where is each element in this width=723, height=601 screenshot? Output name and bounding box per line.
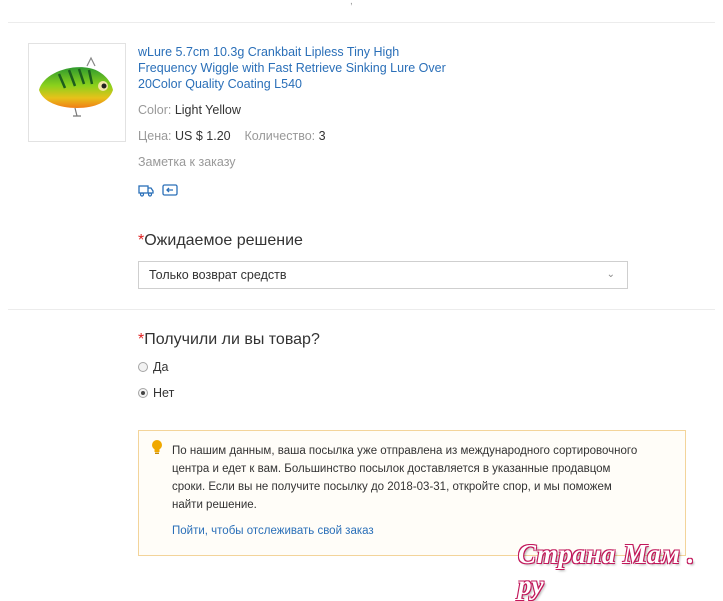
divider-top xyxy=(8,22,715,23)
site-watermark: Страна Мам . ру xyxy=(518,539,695,600)
chevron-down-icon: ⌄ xyxy=(606,269,615,280)
product-color: Color: Light Yellow xyxy=(138,103,241,117)
order-note: Заметка к заказу xyxy=(138,155,236,169)
lightbulb-icon xyxy=(151,439,163,460)
qty-value: 3 xyxy=(318,129,326,143)
qty-label: Количество: xyxy=(244,129,316,143)
fishing-lure-image xyxy=(39,56,113,117)
price-label: Цена: xyxy=(138,129,172,143)
resolution-select[interactable]: Только возврат средств ⌄ xyxy=(138,261,628,289)
radio-option-no[interactable]: Нет xyxy=(138,386,174,400)
product-title-link[interactable]: wLure 5.7cm 10.3g Crankbait Lipless Tiny… xyxy=(138,44,458,92)
divider-middle xyxy=(8,309,715,310)
product-action-icons xyxy=(138,183,178,197)
resolution-label: *Ожидаемое решение xyxy=(138,232,303,250)
top-edge-mark: , xyxy=(350,0,353,7)
resolution-label-text: Ожидаемое решение xyxy=(144,232,303,249)
received-label: *Получили ли вы товар? xyxy=(138,331,320,349)
return-icon[interactable] xyxy=(162,183,178,197)
radio-label-no: Нет xyxy=(153,386,175,400)
notice-text: По нашим данным, ваша посылка уже отправ… xyxy=(172,445,638,511)
color-label: Color: xyxy=(138,103,172,117)
track-order-link[interactable]: Пойти, чтобы отслеживать свой заказ xyxy=(172,525,374,537)
product-thumbnail[interactable] xyxy=(28,43,126,142)
shipping-truck-icon[interactable] xyxy=(138,183,154,197)
price-value: US $ 1.20 xyxy=(175,129,231,143)
color-value: Light Yellow xyxy=(174,103,241,117)
radio-label-yes: Да xyxy=(153,360,169,374)
product-price-qty: Цена: US $ 1.20 Количество: 3 xyxy=(138,129,326,143)
delivery-notice: По нашим данным, ваша посылка уже отправ… xyxy=(138,430,686,556)
radio-button-no[interactable] xyxy=(138,388,148,398)
radio-option-yes[interactable]: Да xyxy=(138,360,168,374)
radio-button-yes[interactable] xyxy=(138,362,148,372)
received-label-text: Получили ли вы товар? xyxy=(144,331,320,348)
resolution-selected-value: Только возврат средств xyxy=(149,268,287,282)
